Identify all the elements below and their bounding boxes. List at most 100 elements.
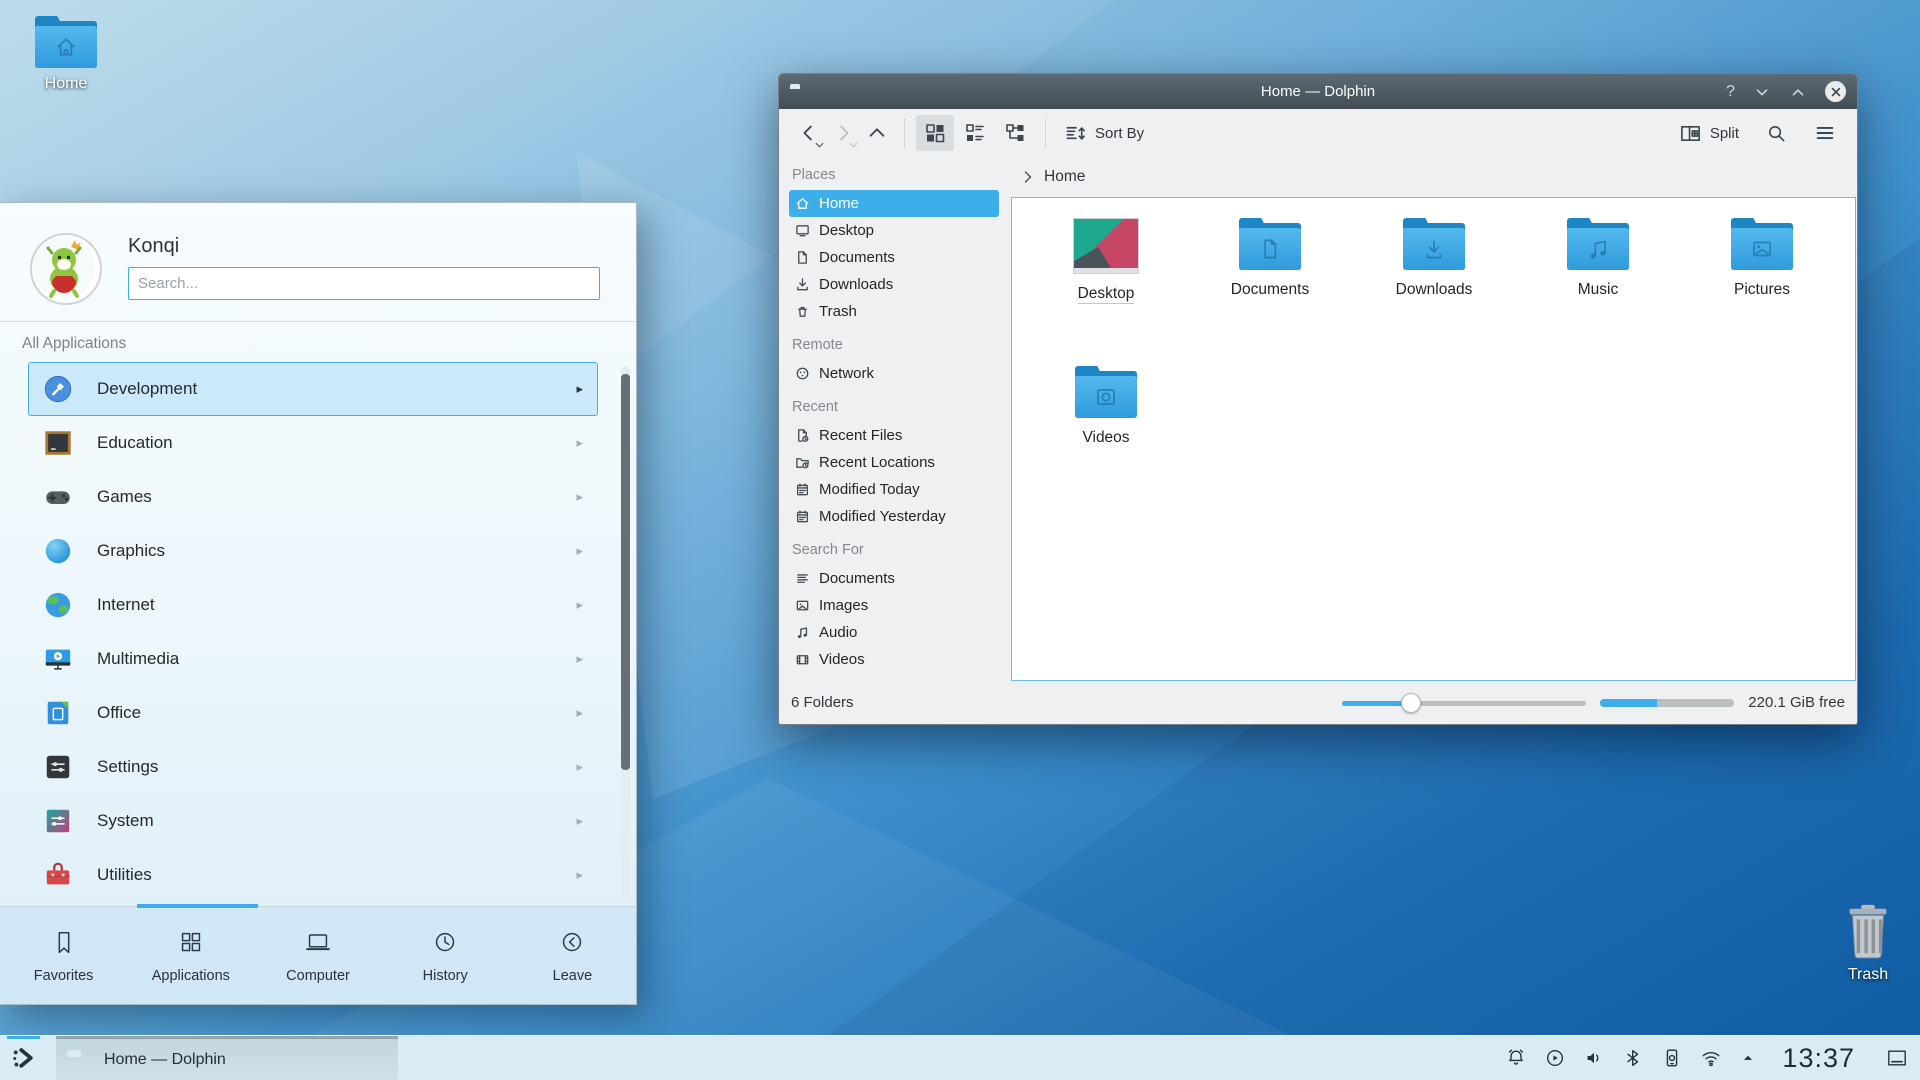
titlebar[interactable]: Home — Dolphin ? — [779, 74, 1857, 109]
bookmark-icon — [49, 928, 79, 958]
places-item-search-documents[interactable]: Documents — [789, 565, 999, 592]
tab-applications[interactable]: Applications — [127, 907, 254, 1004]
icons-view-button[interactable] — [916, 115, 954, 151]
folder-pictures-icon — [1731, 218, 1793, 270]
search-button[interactable] — [1758, 115, 1795, 151]
bluetooth-icon[interactable] — [1622, 1047, 1644, 1069]
tab-computer[interactable]: Computer — [254, 907, 381, 1004]
sort-icon — [1064, 122, 1087, 145]
home-icon — [795, 196, 810, 211]
forward-button[interactable] — [827, 115, 859, 151]
category-graphics[interactable]: Graphics ▸ — [28, 524, 598, 578]
category-office[interactable]: Office ▸ — [28, 686, 598, 740]
free-space: 220.1 GiB free — [1748, 694, 1845, 711]
places-item-search-images[interactable]: Images — [789, 592, 999, 619]
toolbar-separator — [1045, 118, 1046, 148]
places-item-downloads[interactable]: Downloads — [789, 271, 999, 298]
download-icon — [795, 277, 810, 292]
desktop-icon — [795, 223, 810, 238]
task-button-dolphin[interactable]: Home — Dolphin — [56, 1036, 398, 1080]
launcher-tab-bar: Favorites Applications Computer History … — [0, 906, 636, 1004]
category-settings[interactable]: Settings ▸ — [28, 740, 598, 794]
desktop-icon-trash[interactable]: Trash — [1818, 901, 1918, 984]
category-education[interactable]: Education ▸ — [28, 416, 598, 470]
places-item-recent-files[interactable]: Recent Files — [789, 422, 999, 449]
places-item-desktop[interactable]: Desktop — [789, 217, 999, 244]
file-item-documents[interactable]: Documents — [1188, 208, 1352, 356]
category-development[interactable]: Development ▸ — [28, 362, 598, 416]
search-input[interactable] — [128, 267, 600, 300]
submenu-arrow-icon: ▸ — [576, 759, 583, 775]
close-button[interactable] — [1825, 81, 1846, 102]
minimize-button[interactable] — [1753, 83, 1771, 101]
submenu-arrow-icon: ▸ — [576, 813, 583, 829]
up-button[interactable] — [861, 115, 893, 151]
places-item-search-audio[interactable]: Audio — [789, 619, 999, 646]
places-item-modified-yesterday[interactable]: Modified Yesterday — [789, 503, 999, 530]
places-item-trash[interactable]: Trash — [789, 298, 999, 325]
menu-button[interactable] — [1807, 115, 1843, 151]
places-item-network[interactable]: Network — [789, 360, 999, 387]
status-bar: 6 Folders 220.1 GiB free — [779, 681, 1857, 724]
breadcrumb[interactable]: Home — [1011, 157, 1857, 197]
places-item-modified-today[interactable]: Modified Today — [789, 476, 999, 503]
breadcrumb-current: Home — [1044, 168, 1085, 186]
places-item-search-videos[interactable]: Videos — [789, 646, 999, 673]
folder-view[interactable]: Desktop Documents Downloads — [1011, 197, 1856, 681]
scrollbar-handle[interactable] — [621, 374, 630, 770]
sort-by-button[interactable]: Sort By — [1057, 115, 1151, 151]
split-view-icon — [1679, 122, 1702, 145]
disk-capacity-bar — [1600, 699, 1734, 707]
notifications-icon[interactable] — [1505, 1047, 1527, 1069]
category-internet[interactable]: Internet ▸ — [28, 578, 598, 632]
music-emblem-icon — [1585, 236, 1611, 262]
submenu-arrow-icon: ▸ — [576, 543, 583, 559]
file-item-downloads[interactable]: Downloads — [1352, 208, 1516, 356]
breadcrumb-chevron-icon — [1023, 170, 1033, 184]
details-view-button[interactable] — [956, 115, 994, 151]
desktop-icon-label: Home — [45, 75, 88, 93]
expand-tray-icon[interactable] — [1739, 1049, 1757, 1067]
toolbar: Sort By Split — [779, 109, 1857, 157]
tab-leave[interactable]: Leave — [509, 907, 636, 1004]
split-label: Split — [1710, 125, 1739, 142]
network-icon — [795, 366, 810, 381]
volume-icon[interactable] — [1583, 1047, 1605, 1069]
file-item-pictures[interactable]: Pictures — [1680, 208, 1844, 356]
category-system[interactable]: System ▸ — [28, 794, 598, 848]
help-button[interactable]: ? — [1726, 84, 1735, 100]
desktop-icon-home[interactable]: Home — [26, 16, 106, 93]
places-panel: Places Home Desktop Documents Downloads … — [779, 157, 1011, 681]
wifi-icon[interactable] — [1700, 1047, 1722, 1069]
category-multimedia[interactable]: Multimedia ▸ — [28, 632, 598, 686]
device-icon[interactable] — [1661, 1047, 1683, 1069]
file-item-music[interactable]: Music — [1516, 208, 1680, 356]
file-item-videos[interactable]: Videos — [1024, 356, 1188, 504]
category-utilities[interactable]: Utilities ▸ — [28, 848, 598, 902]
split-button[interactable]: Split — [1672, 115, 1746, 151]
tree-view-button[interactable] — [996, 115, 1034, 151]
office-icon — [43, 698, 73, 728]
maximize-button[interactable] — [1789, 83, 1807, 101]
folder-clock-icon — [795, 455, 810, 470]
app-launcher-button[interactable] — [0, 1036, 47, 1080]
category-games[interactable]: Games ▸ — [28, 470, 598, 524]
media-player-icon[interactable] — [1544, 1047, 1566, 1069]
user-name: Konqi — [128, 235, 600, 258]
tab-favorites[interactable]: Favorites — [0, 907, 127, 1004]
submenu-arrow-icon: ▸ — [576, 705, 583, 721]
places-item-home[interactable]: Home — [789, 190, 999, 217]
user-avatar[interactable] — [30, 233, 102, 305]
zoom-slider-handle[interactable] — [1401, 693, 1421, 713]
back-button[interactable] — [793, 115, 825, 151]
places-item-documents[interactable]: Documents — [789, 244, 999, 271]
tab-history[interactable]: History — [382, 907, 509, 1004]
text-lines-icon — [795, 571, 810, 586]
places-item-recent-locations[interactable]: Recent Locations — [789, 449, 999, 476]
places-header: Recent — [792, 399, 1011, 415]
scrollbar[interactable] — [621, 366, 630, 898]
show-desktop-button[interactable] — [1882, 1048, 1912, 1068]
digital-clock[interactable]: 13:37 — [1782, 1043, 1855, 1074]
zoom-slider[interactable] — [1342, 693, 1586, 713]
file-item-desktop[interactable]: Desktop — [1024, 208, 1188, 356]
